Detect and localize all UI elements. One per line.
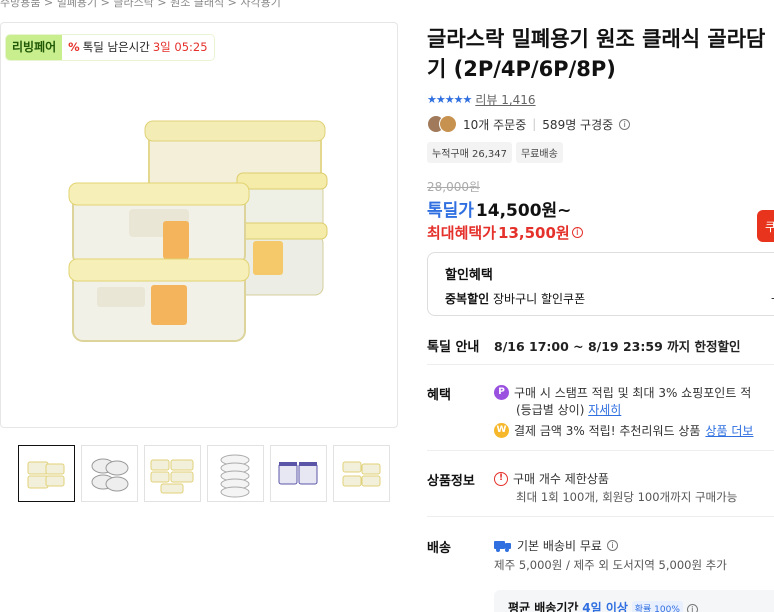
divider: | <box>532 117 537 131</box>
divider <box>427 364 774 365</box>
benefit-line-2: W 결제 금액 3% 적립! 추천리워드 상품 상품 더보 <box>494 422 753 439</box>
discount-box[interactable]: 할인혜택 중복할인 장바구니 할인쿠폰 - <box>427 252 774 316</box>
truck-icon <box>494 540 512 552</box>
remain-time: 3일 05:25 <box>152 40 208 54</box>
thumbnail-1[interactable] <box>18 445 75 502</box>
sale-price-row: 톡딜가 14,500원~ <box>427 196 571 221</box>
thumb-image-4 <box>220 454 250 498</box>
shipping-text-1: 기본 배송비 무료 <box>517 539 602 553</box>
discount-row-label: 중복할인 <box>445 292 490 306</box>
shipping-line-1: 기본 배송비 무료 i <box>494 537 618 554</box>
max-benefit-price: 13,500원 <box>498 224 570 242</box>
more-products-link[interactable]: 상품 더보 <box>705 422 753 439</box>
period-value: 4일 이상 <box>582 601 628 612</box>
point-coin-icon: P <box>494 385 509 400</box>
timer-badge: % 톡딜 남은시간 3일 05:25 <box>62 35 214 60</box>
living-fair-label: 리빙페어 <box>6 35 63 60</box>
max-benefit-row: 최대혜택가 13,500원 i <box>427 222 583 243</box>
orders-now: 10개 주문중 <box>463 117 527 132</box>
details-link[interactable]: 자세히 <box>588 403 621 417</box>
thumbnail-4[interactable] <box>207 445 264 502</box>
period-label: 평균 배송기간 <box>508 601 579 612</box>
thumb-image-2 <box>91 458 129 492</box>
info-icon[interactable]: i <box>606 540 618 551</box>
timed-label: 톡딜 안내 <box>427 340 480 355</box>
shipping-label: 배송 <box>427 541 451 556</box>
period-probability: 확률 100% <box>631 601 683 612</box>
percent-icon: % <box>68 40 80 54</box>
sale-price: 14,500원~ <box>475 201 572 221</box>
thumbnail-3[interactable] <box>144 445 201 502</box>
benefit-text-2: 결제 금액 3% 적립! 추천리워드 상품 <box>514 424 701 438</box>
watching-count: 589명 구경중 <box>542 117 614 132</box>
reward-coin-icon: W <box>494 423 509 438</box>
review-count-link[interactable]: 리뷰 1,416 <box>475 91 535 108</box>
breadcrumb[interactable]: 주방용품 > 밀폐용기 > 글라스락 > 원조 클래식 > 사각용기 <box>0 0 281 10</box>
sale-label: 톡딜가 <box>427 201 474 221</box>
benefit-text-1: 구매 시 스탬프 적립 및 최대 3% 쇼핑포인트 적 <box>514 386 752 400</box>
shipping-text-2: 제주 5,000원 / 제주 외 도서지역 5,000원 추가 <box>494 558 727 572</box>
product-info-text-2: 최대 1회 100개, 회원당 100개까지 구매가능 <box>516 490 738 504</box>
benefit-line-1: P 구매 시 스탬프 적립 및 최대 3% 쇼핑포인트 적 <box>494 384 751 401</box>
benefit-sub-text: (등급별 상이) <box>516 403 585 417</box>
discount-title: 할인혜택 <box>445 268 493 283</box>
thumb-image-3 <box>150 459 194 494</box>
orders-row: 10개 주문중 | 589명 구경중 i <box>427 114 631 134</box>
thumb-image-1 <box>27 461 65 489</box>
max-benefit-label: 최대혜택가 <box>427 224 497 242</box>
buyer-avatars <box>427 115 457 133</box>
rating-row: ★★★★★ 리뷰 1,416 <box>427 91 536 108</box>
thumb-image-5 <box>278 462 318 485</box>
coupon-button[interactable]: 쿠 <box>757 210 774 242</box>
thumbnail-6[interactable] <box>333 445 390 502</box>
chip-cumulative: 누적구매 26,347 <box>427 142 512 163</box>
chip-free-shipping: 무료배송 <box>515 142 563 163</box>
delivery-period-box[interactable]: 평균 배송기간 4일 이상 확률 100% i <box>494 590 774 612</box>
glass-container-illustration <box>68 120 328 342</box>
info-icon[interactable]: i <box>571 227 583 238</box>
divider <box>427 516 774 517</box>
product-info-text-1: 구매 개수 제한상품 <box>513 472 609 486</box>
warning-icon: ! <box>494 471 508 486</box>
avatar <box>439 115 457 133</box>
original-price: 28,000원 <box>427 180 481 194</box>
info-icon[interactable]: i <box>686 604 698 612</box>
product-title: 글라스락 밀폐용기 원조 클래식 골라담기 (2P/4P/6P/8P) <box>427 27 766 81</box>
thumbnail-list <box>18 445 390 502</box>
timed-text: 8/16 17:00 ~ 8/19 23:59 까지 한정할인 <box>494 339 741 354</box>
discount-row-text: 장바구니 할인쿠폰 <box>493 292 586 306</box>
info-icon[interactable]: i <box>619 118 631 130</box>
discount-row: 중복할인 장바구니 할인쿠폰 <box>445 290 585 307</box>
thumbnail-5[interactable] <box>270 445 327 502</box>
benefit-sub-1: (등급별 상이) 자세히 <box>516 401 621 418</box>
living-fair-badge: 리빙페어 % 톡딜 남은시간 3일 05:25 <box>6 35 214 60</box>
product-info-line-1: ! 구매 개수 제한상품 <box>494 470 609 487</box>
thumb-image-6 <box>342 461 381 487</box>
main-product-image[interactable] <box>0 22 398 428</box>
product-info-label: 상품정보 <box>427 474 475 489</box>
benefit-label: 혜택 <box>427 388 451 403</box>
remain-label: 톡딜 남은시간 <box>82 40 150 54</box>
thumbnail-2[interactable] <box>81 445 138 502</box>
star-rating-icon: ★★★★★ <box>427 93 472 106</box>
product-chips: 누적구매 26,347 무료배송 <box>427 142 563 163</box>
divider <box>427 450 774 451</box>
